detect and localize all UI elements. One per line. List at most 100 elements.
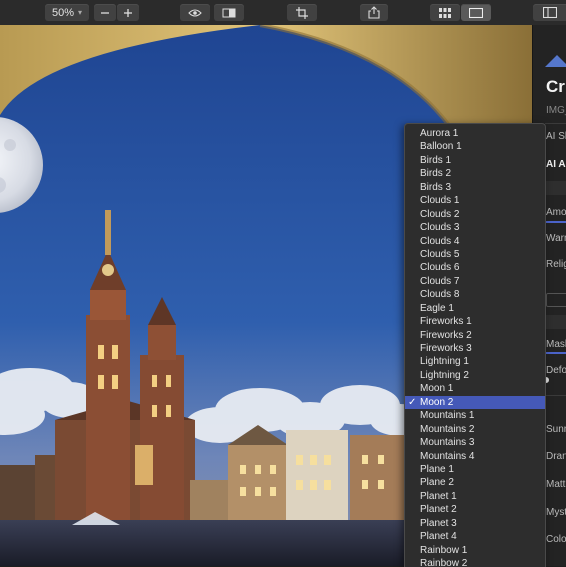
dropdown-option[interactable]: Fireworks 2 xyxy=(405,329,545,342)
dropdown-option[interactable]: Birds 2 xyxy=(405,167,545,180)
crop-button[interactable] xyxy=(287,4,317,21)
dropdown-option[interactable]: Planet 4 xyxy=(405,530,545,543)
dropdown-option-label: Plane 1 xyxy=(420,463,454,475)
panel-button[interactable] xyxy=(546,293,566,307)
dropdown-option-label: Planet 3 xyxy=(420,517,457,529)
app-logo-icon xyxy=(545,55,566,67)
panel-title: Cr xyxy=(546,77,565,96)
top-toolbar: 50% ▾ xyxy=(0,0,566,26)
dropdown-option-label: Fireworks 1 xyxy=(420,316,472,328)
dropdown-option[interactable]: Lightning 1 xyxy=(405,355,545,368)
zoom-in-button[interactable] xyxy=(117,4,139,21)
dropdown-option[interactable]: Mountains 4 xyxy=(405,450,545,463)
dropdown-option-label: Mountains 2 xyxy=(420,423,475,435)
panel-label-dramatic[interactable]: Dran xyxy=(546,451,566,462)
panel-label-defocus: Defoc xyxy=(546,365,566,376)
panel-label-sunrays[interactable]: Sunr xyxy=(546,424,566,435)
dropdown-option[interactable]: Fireworks 3 xyxy=(405,342,545,355)
grid-icon xyxy=(439,7,451,18)
dropdown-option[interactable]: Rainbow 1 xyxy=(405,544,545,557)
dropdown-option[interactable]: Clouds 3 xyxy=(405,221,545,234)
single-view-icon xyxy=(469,7,483,18)
grid-view-button[interactable] xyxy=(430,4,460,21)
panel-label-mask: Mask xyxy=(546,339,566,350)
dropdown-option[interactable]: Planet 2 xyxy=(405,503,545,516)
panel-label-color[interactable]: Colo xyxy=(546,534,566,545)
dropdown-option[interactable]: Planet 3 xyxy=(405,517,545,530)
dropdown-option[interactable]: Birds 1 xyxy=(405,154,545,167)
dropdown-option[interactable]: Planet 1 xyxy=(405,490,545,503)
dropdown-option[interactable]: Clouds 2 xyxy=(405,208,545,221)
single-view-button[interactable] xyxy=(461,4,491,21)
dropdown-option[interactable]: Fireworks 1 xyxy=(405,315,545,328)
dropdown-option[interactable]: Mountains 2 xyxy=(405,423,545,436)
dropdown-option[interactable]: Moon 1 xyxy=(405,382,545,395)
dropdown-option-label: Mountains 3 xyxy=(420,437,475,449)
sidebar-icon xyxy=(543,7,557,18)
dropdown-option[interactable]: Plane 1 xyxy=(405,463,545,476)
panel-label-ai-augmented[interactable]: AI A xyxy=(546,159,566,170)
divider xyxy=(545,123,566,124)
dropdown-option-label: Clouds 8 xyxy=(420,289,460,301)
crop-icon xyxy=(296,6,308,19)
panel-subtitle: IMG_ xyxy=(546,105,566,116)
minus-icon xyxy=(101,11,109,14)
dropdown-option-label: Birds 2 xyxy=(420,168,452,180)
dropdown-option-label: Lightning 1 xyxy=(420,356,469,368)
preview-button[interactable] xyxy=(180,4,210,21)
dropdown-option[interactable]: Clouds 1 xyxy=(405,194,545,207)
checkmark-icon: ✓ xyxy=(408,396,417,408)
dropdown-option-label: Birds 3 xyxy=(420,181,452,193)
dropdown-options: Aurora 1 Balloon 1 Birds 1 Birds 2 Birds 3 Cl… xyxy=(405,124,545,567)
dropdown-option-label: Mountains 1 xyxy=(420,410,475,422)
mask-slider[interactable] xyxy=(545,352,566,354)
sky-object-dropdown[interactable]: Aurora 1 Balloon 1 Birds 1 Birds 2 Birds 3 Cl… xyxy=(404,123,546,567)
panel-label-ai-sky[interactable]: AI Sk xyxy=(546,131,566,142)
dropdown-option-label: Clouds 3 xyxy=(420,222,460,234)
dropdown-option[interactable]: Clouds 5 xyxy=(405,248,545,261)
dropdown-option-label: Aurora 1 xyxy=(420,128,459,139)
zoom-out-button[interactable] xyxy=(94,4,116,21)
dropdown-option[interactable]: Plane 2 xyxy=(405,476,545,489)
dropdown-option[interactable]: Lightning 2 xyxy=(405,369,545,382)
dropdown-option-label: Eagle 1 xyxy=(420,302,454,314)
dropdown-option[interactable]: Clouds 6 xyxy=(405,261,545,274)
panel-section xyxy=(545,315,566,329)
dropdown-option-label: Planet 4 xyxy=(420,531,457,543)
dropdown-option[interactable]: Clouds 4 xyxy=(405,235,545,248)
zoom-value: 50% xyxy=(51,6,74,19)
dropdown-option[interactable]: Clouds 7 xyxy=(405,275,545,288)
zoom-select[interactable]: 50% ▾ xyxy=(45,4,89,21)
dropdown-option-label: Plane 2 xyxy=(420,477,454,489)
dropdown-option-label: Clouds 6 xyxy=(420,262,460,274)
panel-label-amount: Amou xyxy=(546,207,566,218)
dropdown-option[interactable]: Mountains 1 xyxy=(405,409,545,422)
share-button[interactable] xyxy=(360,4,388,21)
panel-label-warmth: Warm xyxy=(546,233,566,244)
dropdown-option-label: Fireworks 2 xyxy=(420,329,472,341)
dropdown-option[interactable]: ✓ Moon 2 xyxy=(405,395,545,410)
amount-slider[interactable] xyxy=(545,221,566,223)
compare-button[interactable] xyxy=(214,4,244,21)
eye-icon xyxy=(188,8,202,17)
dropdown-option-label: Moon 1 xyxy=(420,383,454,395)
dropdown-option-label: Planet 2 xyxy=(420,504,457,516)
dropdown-option-label: Clouds 5 xyxy=(420,248,460,260)
dropdown-option[interactable]: Mountains 3 xyxy=(405,436,545,449)
panel-section xyxy=(545,181,566,195)
sidebar-toggle-button[interactable] xyxy=(533,4,566,21)
dropdown-option-label: Planet 1 xyxy=(420,490,457,502)
dropdown-option-label: Lightning 2 xyxy=(420,369,469,381)
chevron-down-icon: ▾ xyxy=(78,8,83,17)
panel-label-matte[interactable]: Matt xyxy=(546,479,565,490)
dropdown-option-label: Clouds 2 xyxy=(420,208,460,220)
share-icon xyxy=(368,6,380,19)
panel-label-mystical[interactable]: Myst xyxy=(546,507,566,518)
dropdown-option[interactable]: Aurora 1 xyxy=(405,127,545,140)
dropdown-option[interactable]: Eagle 1 xyxy=(405,302,545,315)
dropdown-option[interactable]: Clouds 8 xyxy=(405,288,545,301)
dropdown-option[interactable]: Balloon 1 xyxy=(405,140,545,153)
dropdown-option[interactable]: Birds 3 xyxy=(405,181,545,194)
dropdown-option-label: Mountains 4 xyxy=(420,450,475,462)
dropdown-option-label: Moon 2 xyxy=(420,396,454,408)
